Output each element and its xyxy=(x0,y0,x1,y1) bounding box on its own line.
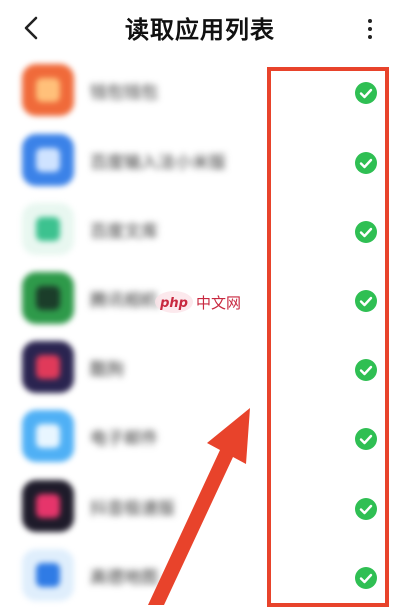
watermark-logo-text: php xyxy=(159,296,188,311)
watermark-logo: php 中文网 xyxy=(154,288,254,316)
watermark-site-text: 中文网 xyxy=(196,294,241,312)
